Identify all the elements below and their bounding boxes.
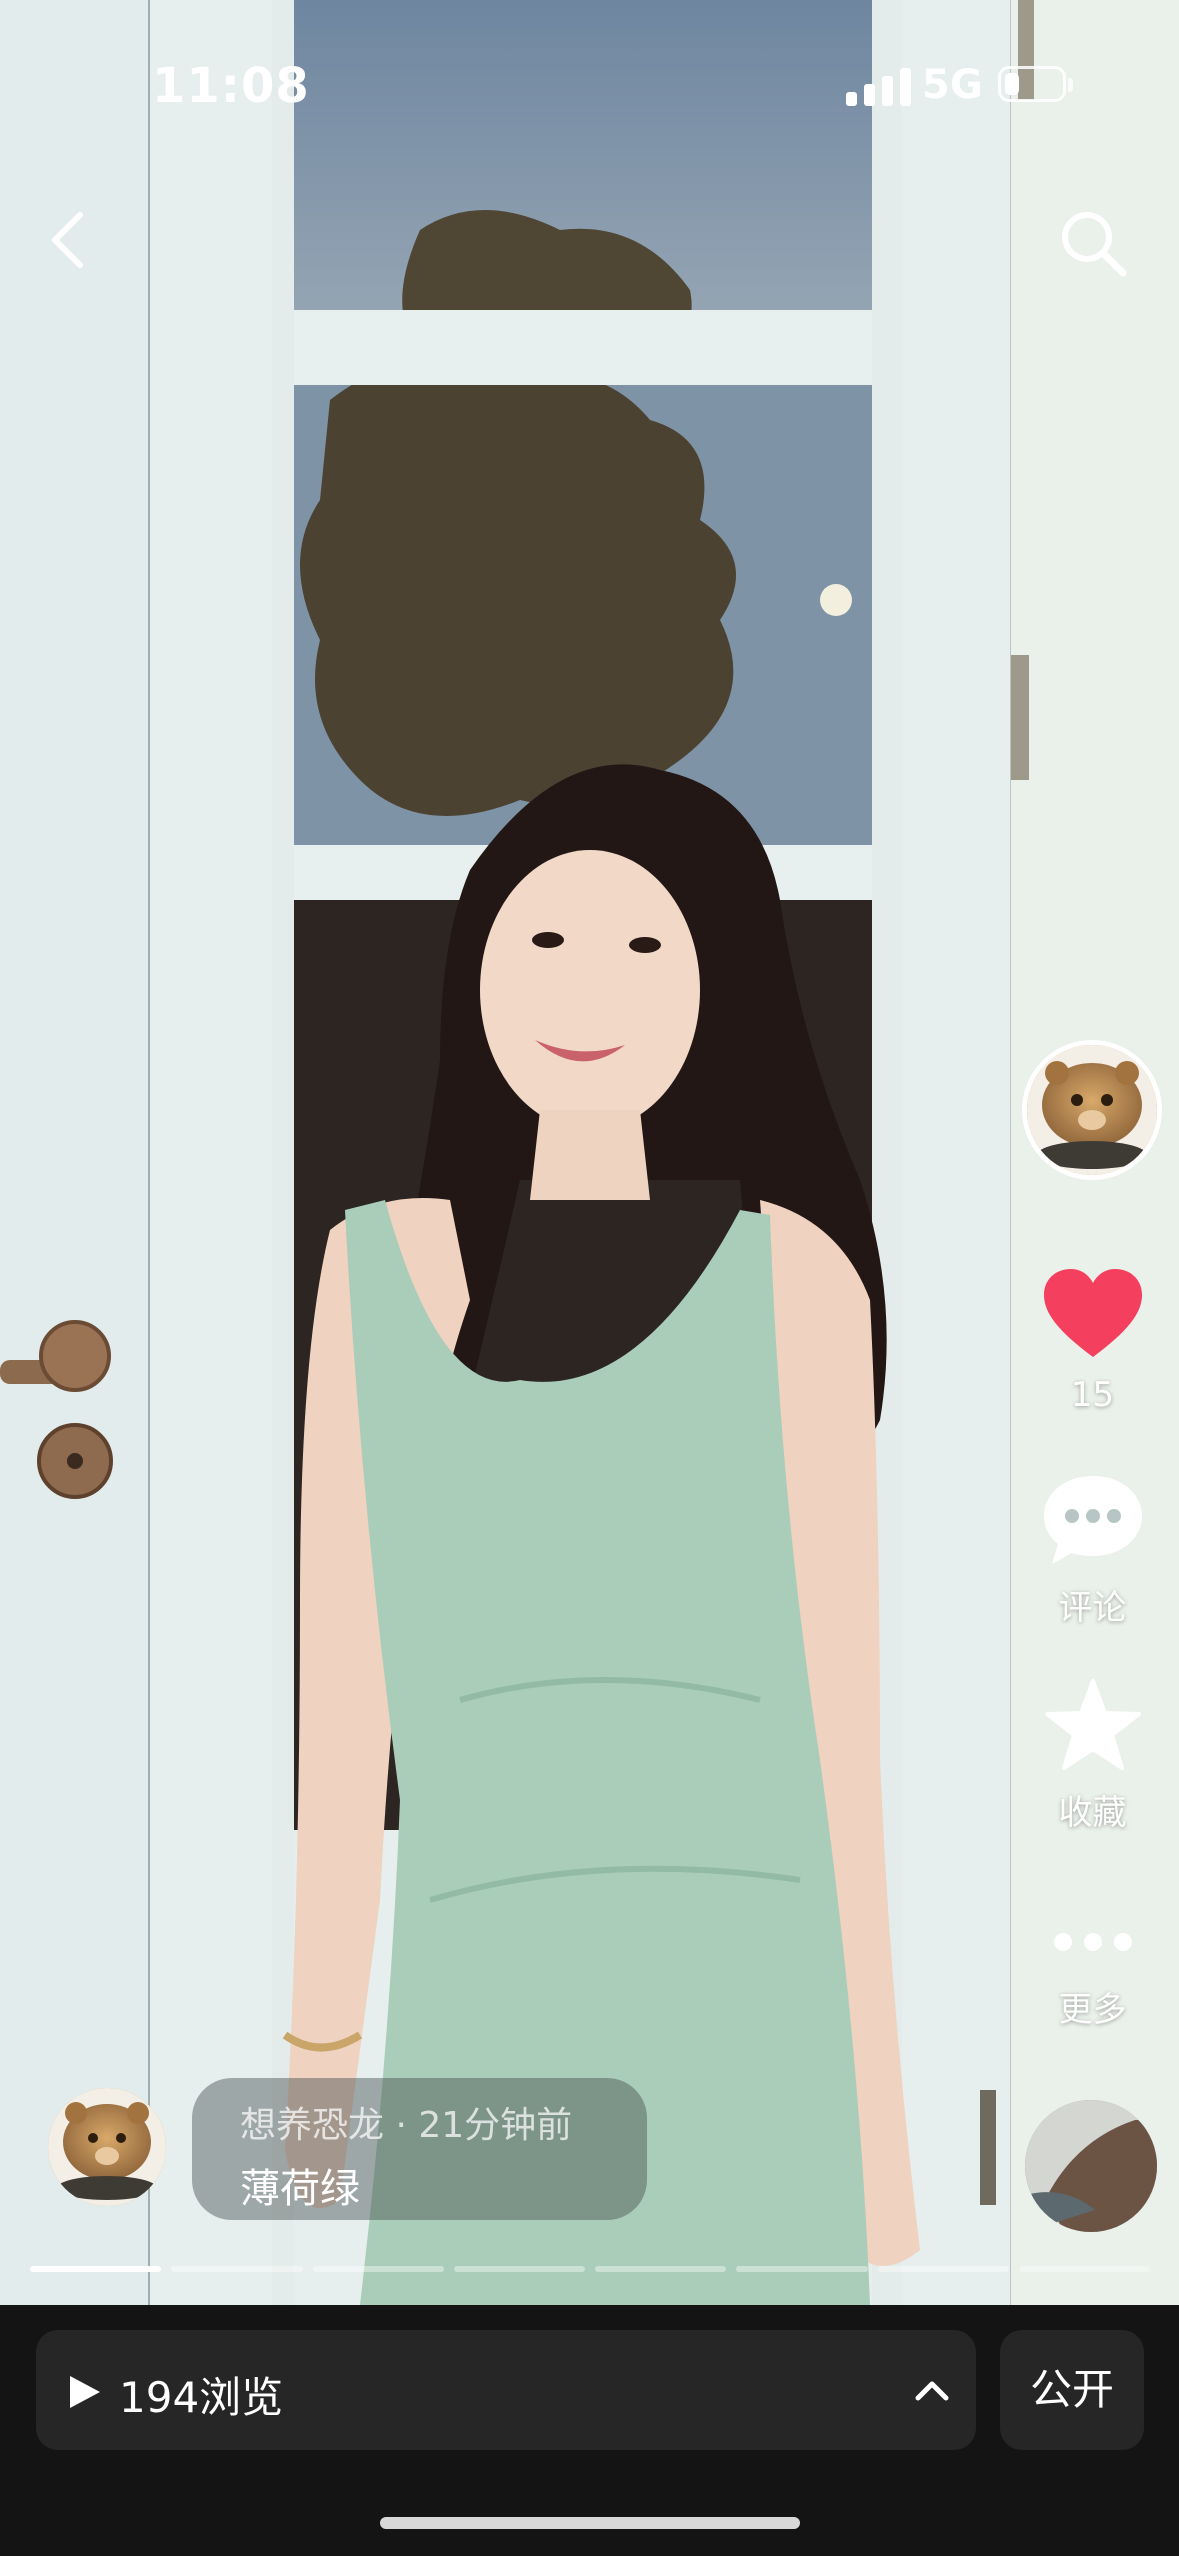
favorite-button[interactable]: 收藏 [1030,1675,1155,1834]
back-icon [52,212,83,268]
progress-segment [30,2266,162,2272]
image-progress-indicator [30,2266,1150,2272]
chevron-up-icon [915,2381,949,2401]
comment-label: 评论 [1058,1588,1127,1628]
progress-segment [312,2266,444,2272]
like-count: 15 [1070,1375,1115,1415]
comment-icon [1043,1476,1142,1564]
author-avatar[interactable] [48,2088,166,2206]
favorite-label: 收藏 [1058,1793,1127,1833]
like-button[interactable]: 15 [1030,1265,1155,1415]
more-label: 更多 [1058,1990,1127,2030]
search-button[interactable] [1055,205,1135,285]
post-info[interactable]: 想养恐龙 · 21分钟前 薄荷绿 [192,2078,647,2220]
status-bar: 11:08 5G [0,0,1179,160]
lion-cub-avatar-small [48,2088,166,2206]
progress-segment [171,2266,303,2272]
network-type: 5G [922,62,983,108]
post-meta: 想养恐龙 · 21分钟前 [240,2105,573,2146]
more-button[interactable]: 更多 [1030,1912,1155,2031]
cellular-signal-icon [846,66,911,106]
star-icon [1044,1679,1141,1770]
home-indicator [380,2517,800,2529]
views-button[interactable]: 194浏览 [36,2330,976,2450]
post-photo[interactable] [0,0,1179,2305]
progress-segment [595,2266,727,2272]
progress-segment [1018,2266,1150,2272]
visibility-button[interactable]: 公开 [1000,2330,1144,2450]
back-button[interactable] [40,205,100,275]
author-avatar-large[interactable] [1022,1040,1162,1180]
play-icon [70,2376,100,2408]
more-icon [1053,1933,1132,1951]
views-count: 194浏览 [119,2373,284,2422]
search-icon [1062,212,1127,277]
music-disc[interactable] [1025,2100,1157,2232]
progress-segment [877,2266,1009,2272]
progress-segment [736,2266,868,2272]
post-title: 薄荷绿 [240,2166,360,2212]
lion-cub-avatar [1027,1045,1157,1175]
battery-icon [998,66,1073,102]
status-time: 11:08 [152,58,310,114]
music-cover-image [1025,2100,1157,2232]
comment-button[interactable]: 评论 [1030,1470,1155,1629]
photo-illustration [0,0,1179,2305]
heart-icon [1043,1269,1142,1357]
progress-segment [453,2266,585,2272]
